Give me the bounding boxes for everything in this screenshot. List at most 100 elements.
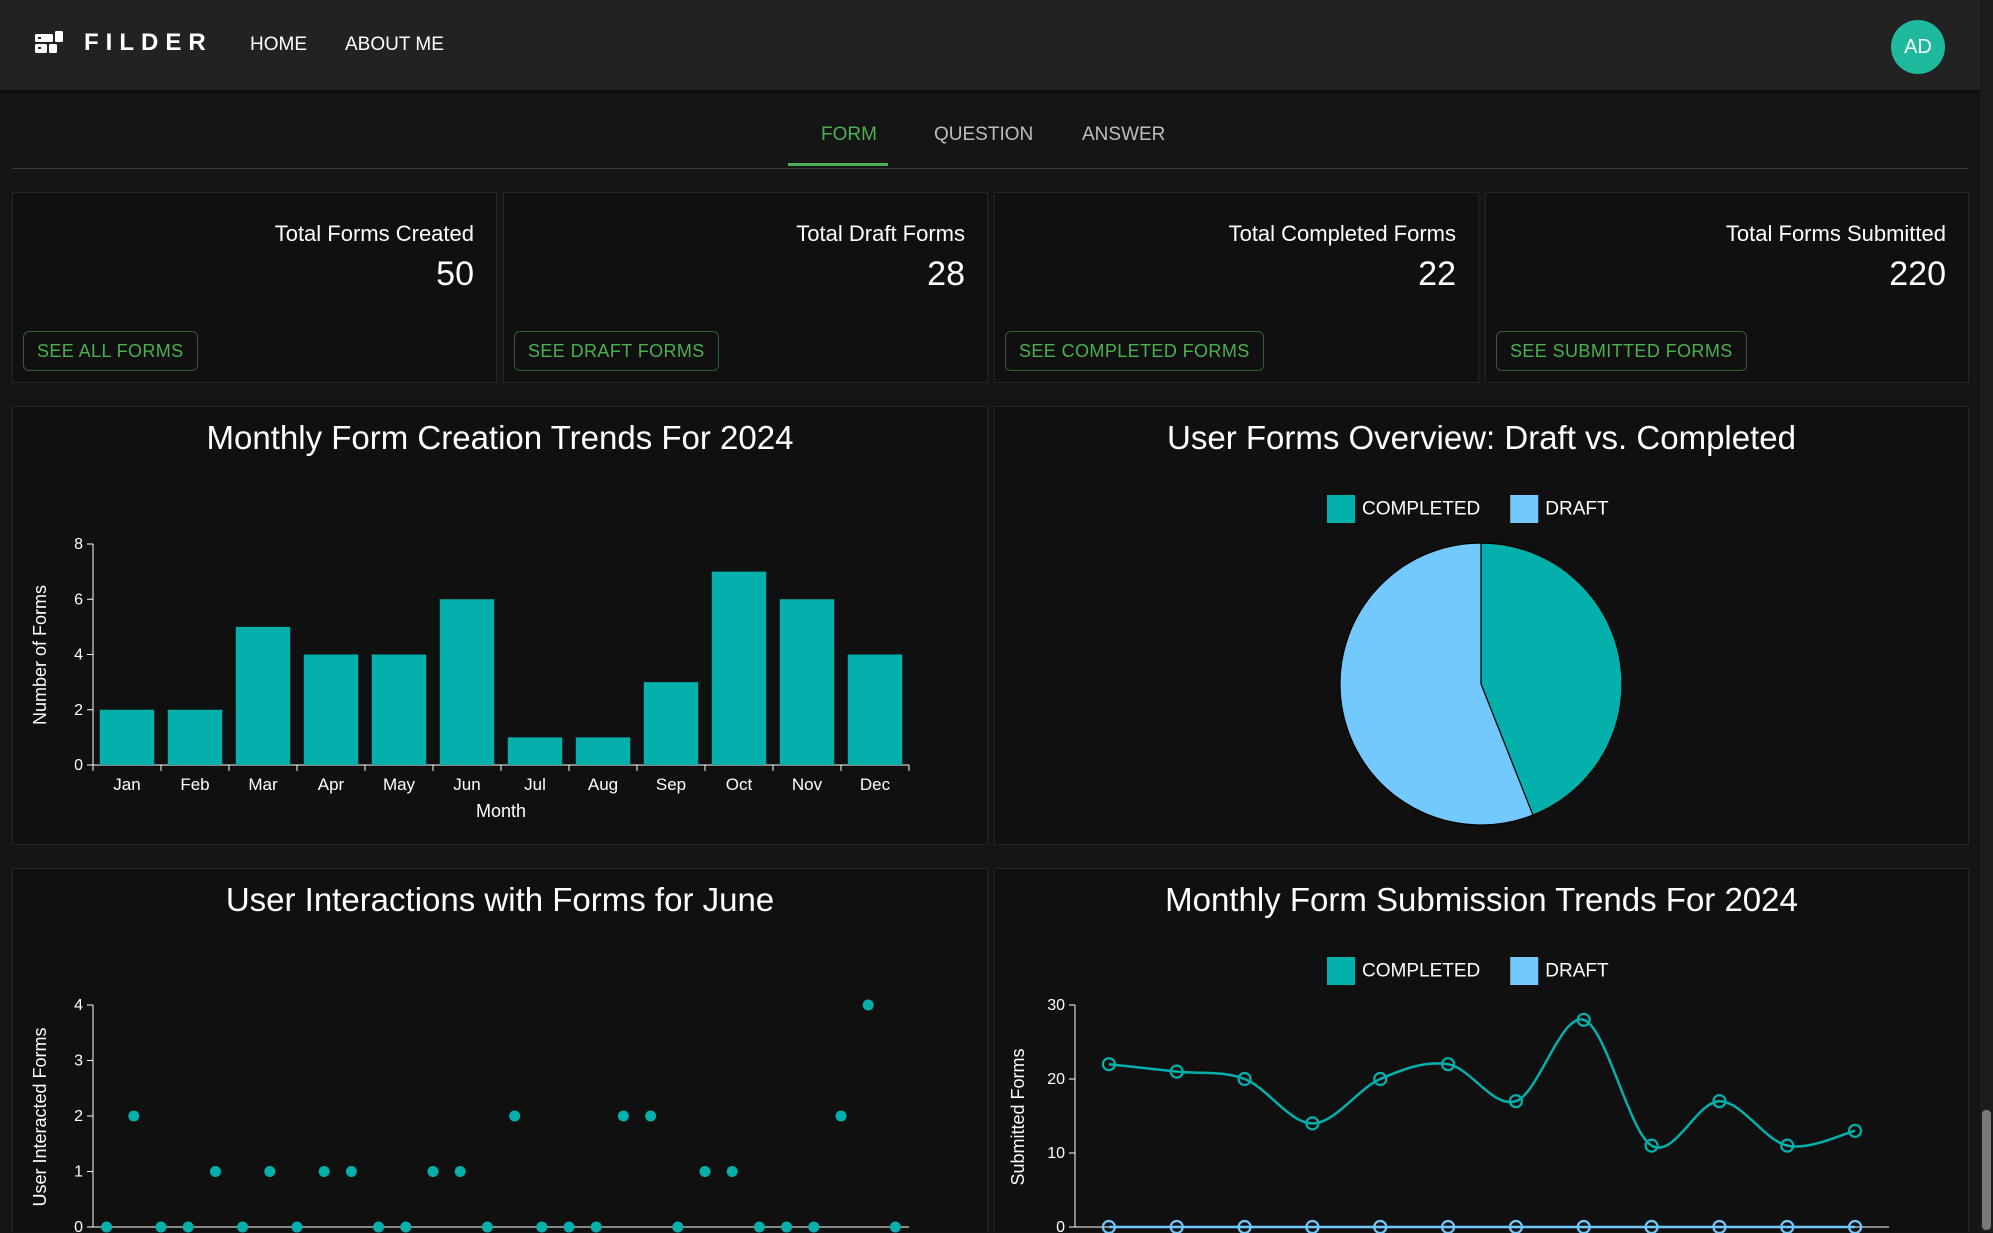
stat-value: 220 [1889,255,1946,293]
scatter-point [182,1221,194,1233]
scatter-point [318,1166,330,1177]
scatter-point [427,1166,439,1177]
scatter-point [617,1110,629,1122]
see-submitted-forms-button[interactable]: SEE SUBMITTED FORMS [1496,331,1747,371]
y-tick-label: 10 [1047,1145,1065,1162]
scatter-point [454,1166,466,1177]
brand-name: FILDER [84,29,213,56]
tab-answer[interactable]: ANSWER [1082,124,1165,146]
tab-question[interactable]: QUESTION [934,124,1033,146]
y-tick-label: 4 [74,647,83,664]
scatter-point [101,1221,113,1233]
scatter-point [345,1166,357,1177]
x-tick-label: Mar [248,775,278,794]
x-axis-label: Month [476,801,526,821]
bar-jul [507,737,563,765]
x-tick-label: Apr [318,775,345,794]
scatter-point [536,1221,548,1233]
stat-value: 22 [1418,255,1456,293]
pie-chart: COMPLETED DRAFT [1327,495,1623,826]
y-tick-label: 0 [1056,1219,1065,1233]
y-tick-label: 2 [74,702,83,719]
bar-chart-panel: Monthly Form Creation Trends For 2024 02… [12,406,988,845]
scatter-chart-panel: User Interactions with Forms for June 01… [12,868,988,1233]
scatter-point [209,1166,221,1177]
stat-card-total-forms: Total Forms Created 50 SEE ALL FORMS [12,192,497,383]
y-tick-label: 4 [74,997,83,1014]
tab-active-indicator [788,163,888,166]
brand[interactable]: FILDER [34,28,213,58]
scatter-point [645,1110,657,1122]
scatter-point [672,1221,684,1233]
stat-title: Total Completed Forms [1228,221,1456,246]
x-tick-label: Dec [860,775,891,794]
y-tick-label: 6 [74,591,83,608]
scrollbar-thumb[interactable] [1982,1110,1991,1230]
bar-feb [167,709,223,765]
scatter-point [155,1221,167,1233]
bar-jun [439,599,495,765]
y-axis-label: Number of Forms [30,585,50,725]
see-all-forms-button[interactable]: SEE ALL FORMS [23,331,198,371]
x-tick-label: Jun [453,775,480,794]
x-tick-label: Jan [113,775,140,794]
line-chart-panel: Monthly Form Submission Trends For 2024 … [994,868,1969,1233]
x-tick-label: Aug [588,775,618,794]
line-chart: COMPLETED DRAFT 0 10 20 30 Submitted Forms [1008,957,1889,1233]
logo-icon [35,31,63,53]
stat-title: Total Draft Forms [796,221,965,246]
y-tick-label: 2 [74,1108,83,1125]
y-tick-label: 3 [74,1053,83,1070]
stat-card-completed-forms: Total Completed Forms 22 SEE COMPLETED F… [994,192,1479,383]
x-tick-label: Jul [524,775,546,794]
bar-mar [235,626,291,765]
see-completed-forms-button[interactable]: SEE COMPLETED FORMS [1005,331,1264,371]
legend-swatch-draft [1510,957,1539,985]
top-app-bar: FILDER HOME ABOUT ME AD [0,0,1993,90]
legend-swatch-draft [1510,495,1539,523]
scatter-point [128,1110,140,1122]
tab-form[interactable]: FORM [821,124,877,146]
scatter-point [291,1221,303,1233]
y-tick-label: 8 [74,536,83,553]
y-tick-label: 0 [74,757,83,774]
scatter-point [808,1221,820,1233]
nav-about-me[interactable]: ABOUT ME [345,34,444,56]
tab-bar: FORM QUESTION ANSWER [12,100,1968,169]
scatter-chart: 0 1 2 3 4 User Interacted Forms [30,997,909,1233]
scatter-point [264,1166,276,1177]
avatar[interactable]: AD [1891,20,1945,74]
scatter-point [563,1221,575,1233]
scatter-point [889,1221,901,1233]
scatter-point [237,1221,249,1233]
nav-home[interactable]: HOME [250,34,307,56]
scatter-point [590,1221,602,1233]
legend-swatch-completed [1327,495,1355,523]
x-tick-label: May [383,775,416,794]
stat-card-draft-forms: Total Draft Forms 28 SEE DRAFT FORMS [503,192,988,383]
bar-dec [847,654,903,765]
stat-card-submitted-forms: Total Forms Submitted 220 SEE SUBMITTED … [1485,192,1969,383]
legend-swatch-completed [1327,957,1355,985]
main-nav: HOME ABOUT ME [250,34,444,56]
y-tick-label: 0 [74,1219,83,1233]
bar-chart: 0 2 4 6 8 Jan Feb Mar Apr May Jun Jul Aug Sep Oct Nov De… [30,536,910,821]
x-tick-label: Nov [792,775,823,794]
see-draft-forms-button[interactable]: SEE DRAFT FORMS [514,331,719,371]
bar-jan [99,709,155,765]
scatter-point [862,999,874,1011]
stat-value: 28 [927,255,965,293]
scatter-point [753,1221,765,1233]
scatter-point [509,1110,521,1122]
stat-title: Total Forms Created [274,221,474,246]
legend-label-draft: DRAFT [1545,961,1609,982]
y-axis-label: User Interacted Forms [30,1027,50,1206]
bar-sep [643,682,699,765]
scatter-point [781,1221,793,1233]
legend-label-completed: COMPLETED [1362,499,1480,520]
y-tick-label: 20 [1047,1071,1065,1088]
bar-oct [711,571,767,765]
scrollbar-track[interactable] [1980,0,1993,1232]
scatter-point [481,1221,493,1233]
bar-nov [779,599,835,765]
